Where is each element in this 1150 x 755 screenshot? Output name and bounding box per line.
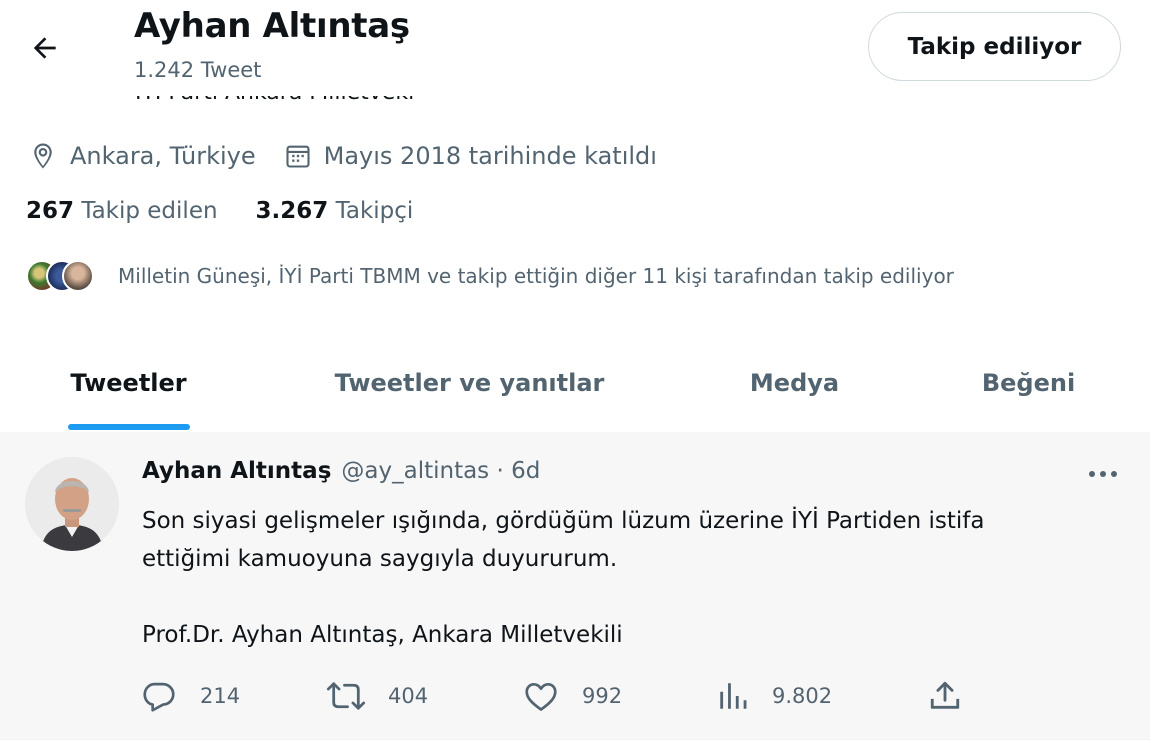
follow-stats: 267 Takip edilen 3.267 Takipçi (26, 198, 451, 224)
tweet-count: 1.242 Tweet (134, 58, 262, 82)
retweet-count: 404 (388, 684, 429, 708)
location: Ankara, Türkiye (28, 141, 256, 171)
location-text: Ankara, Türkiye (70, 142, 256, 170)
followed-by[interactable]: Milletin Güneşi, İYİ Parti TBMM ve takip… (26, 256, 954, 296)
avatar[interactable] (25, 457, 119, 551)
header-fade (130, 82, 420, 96)
reply-button[interactable]: 214 (140, 676, 240, 716)
retweet-button[interactable]: 404 (326, 676, 428, 716)
views-button[interactable]: 9.802 (716, 676, 832, 716)
views-count: 9.802 (772, 684, 833, 708)
share-icon (930, 681, 960, 709)
share-button[interactable] (928, 676, 984, 716)
following-count: 267 (26, 198, 75, 224)
tweet[interactable]: Ayhan Altıntaş @ay_altintas · 6d Son siy… (0, 432, 1150, 740)
tab-tweets[interactable]: Tweetler (0, 334, 257, 432)
tweet-text: Son siyasi gelişmeler ışığında, gördüğüm… (142, 508, 985, 648)
avatar (62, 260, 94, 292)
tweet-author-name[interactable]: Ayhan Altıntaş (142, 458, 331, 484)
following-button[interactable]: Takip ediliyor (868, 12, 1121, 81)
location-pin-icon (34, 143, 52, 169)
tweet-header: Ayhan Altıntaş @ay_altintas · 6d (142, 458, 540, 484)
following-label: Takip edilen (81, 198, 218, 224)
calendar-icon (286, 145, 310, 168)
tab-media[interactable]: Medya (682, 334, 907, 432)
followed-by-text: Milletin Güneşi, İYİ Parti TBMM ve takip… (118, 264, 954, 288)
tab-likes[interactable]: Beğeni (907, 334, 1150, 432)
tab-label: Medya (749, 369, 840, 397)
followers-label: Takipçi (335, 198, 414, 224)
tab-label: Beğeni (981, 369, 1076, 397)
reply-icon (143, 682, 175, 712)
views-icon (720, 683, 747, 709)
reply-count: 214 (200, 684, 241, 708)
profile-meta: Ankara, Türkiye Mayıs 2018 tarihinde kat… (28, 138, 685, 174)
profile-tabs: Tweetler Tweetler ve yanıtlar Medya Beğe… (0, 334, 1150, 432)
like-count: 992 (582, 684, 623, 708)
tab-label: Tweetler (70, 369, 187, 397)
joined-text: Mayıs 2018 tarihinde katıldı (323, 142, 657, 170)
following-link[interactable]: 267 Takip edilen (26, 198, 218, 224)
follower-avatars (26, 256, 96, 296)
back-arrow-icon (33, 37, 56, 59)
like-button[interactable]: 992 (522, 676, 622, 716)
more-icon (1089, 471, 1117, 477)
header-title: Ayhan Altıntaş (134, 6, 410, 46)
joined-date: Mayıs 2018 tarihinde katıldı (284, 142, 657, 170)
retweet-icon (326, 682, 366, 710)
followers-link[interactable]: 3.267 Takipçi (256, 198, 414, 224)
like-icon (525, 682, 557, 711)
tweet-actions: 214 404 992 9.802 (140, 676, 980, 716)
followers-count: 3.267 (255, 198, 329, 224)
tab-label: Tweetler ve yanıtlar (334, 369, 605, 397)
tab-tweets-and-replies[interactable]: Tweetler ve yanıtlar (257, 334, 682, 432)
tweet-handle-time[interactable]: @ay_altintas · 6d (341, 458, 540, 484)
more-button[interactable] (1080, 456, 1126, 492)
active-tab-indicator (68, 424, 190, 430)
back-button[interactable] (22, 28, 68, 68)
